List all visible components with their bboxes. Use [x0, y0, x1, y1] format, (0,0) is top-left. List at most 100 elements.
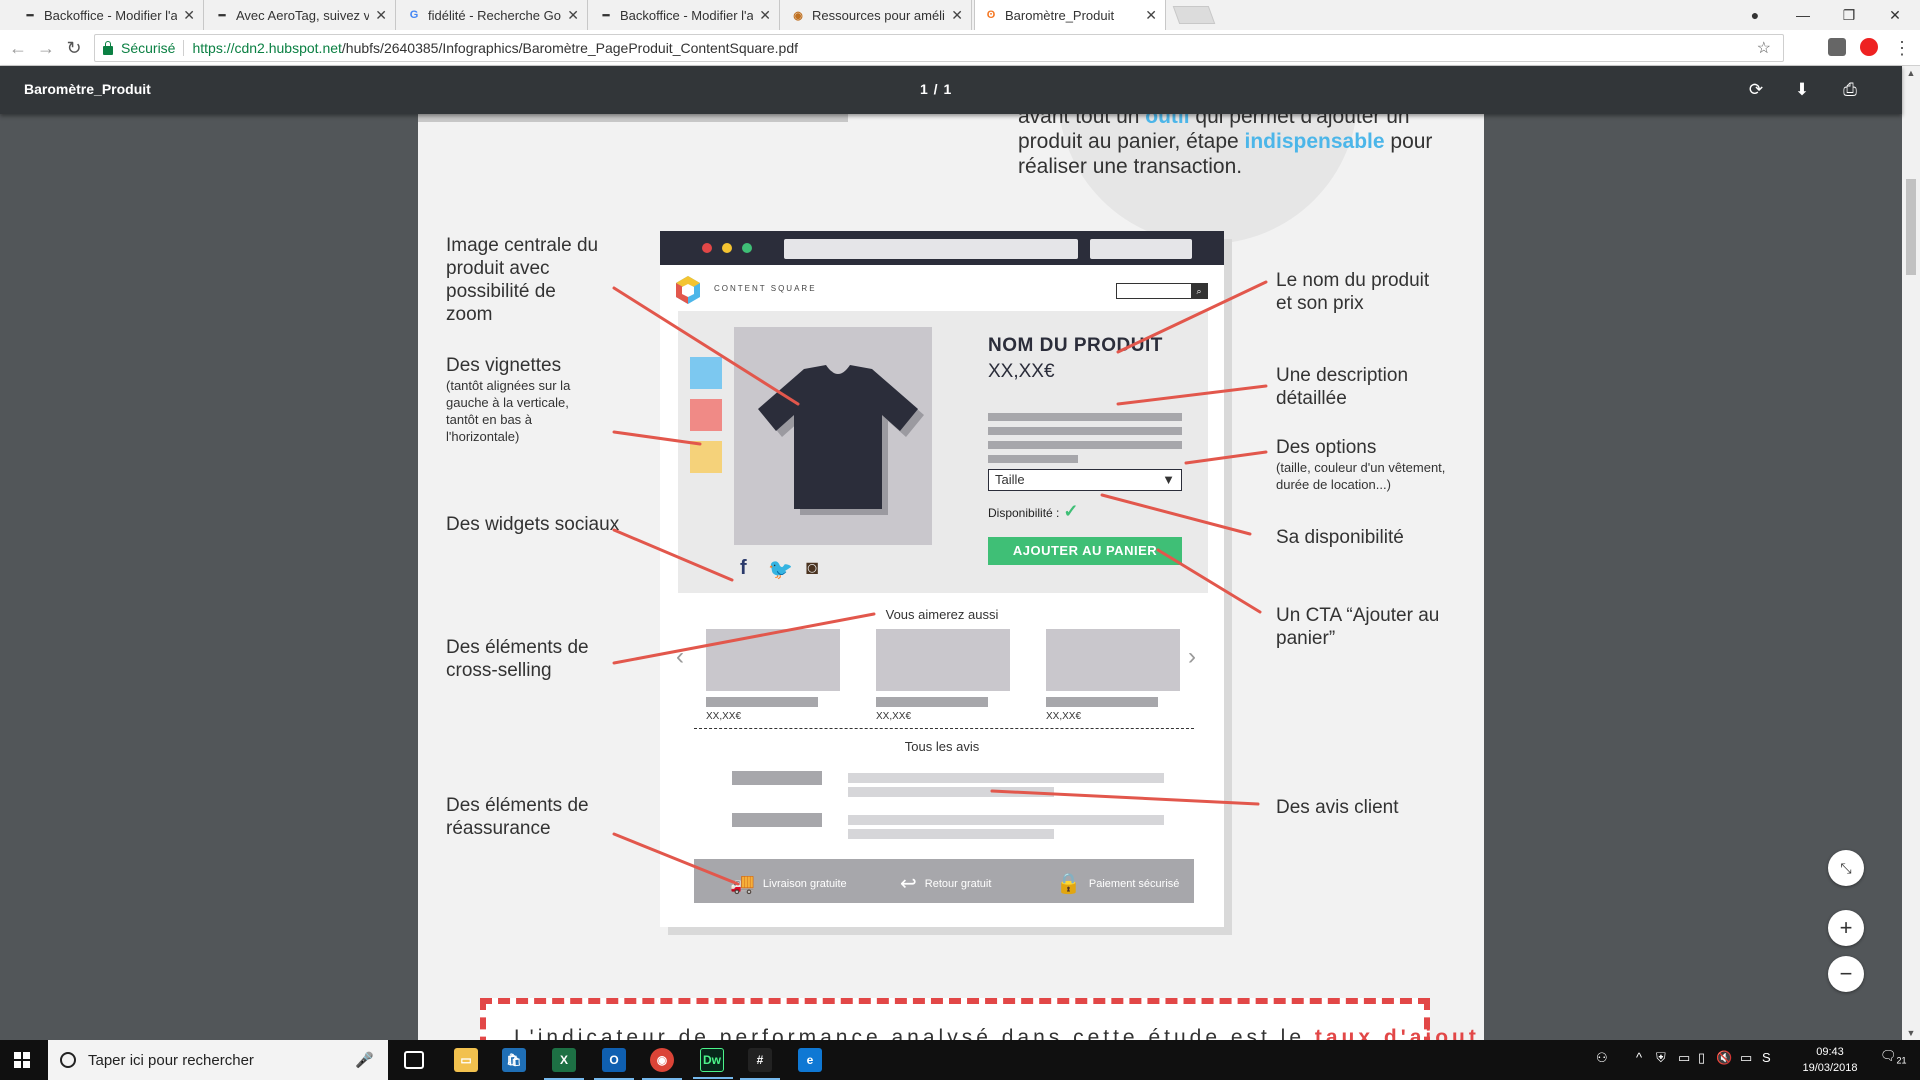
- tray-chevron-icon[interactable]: ^: [1636, 1050, 1642, 1065]
- slack-icon[interactable]: #: [740, 1048, 780, 1080]
- thumbnail-blue: [690, 357, 722, 389]
- dreamweaver-icon[interactable]: Dw: [693, 1048, 733, 1079]
- usb-icon[interactable]: ▯: [1698, 1050, 1705, 1066]
- browser-toolbar: ← → ↻ Sécurisé https://cdn2.hubspot.net …: [0, 30, 1920, 66]
- volume-icon[interactable]: 🔇: [1716, 1050, 1732, 1066]
- annotation-social: Des widgets sociaux: [446, 514, 620, 535]
- pdf-page: avant tout un outil qui permet d'ajouter…: [418, 114, 1484, 1040]
- dash-icon: ━: [26, 9, 34, 22]
- instagram-icon: ◙: [806, 557, 819, 579]
- close-icon[interactable]: ✕: [951, 7, 963, 24]
- window-dot-green: [742, 243, 752, 253]
- close-icon[interactable]: ✕: [759, 7, 771, 24]
- bookmark-star-icon[interactable]: ☆: [1757, 38, 1771, 58]
- size-select: Taille ▼: [988, 469, 1182, 491]
- defender-icon[interactable]: ⛨: [1656, 1050, 1666, 1066]
- zoom-out-button[interactable]: −: [1828, 956, 1864, 992]
- reassurance-label: Livraison gratuite: [762, 877, 847, 890]
- zoom-in-button[interactable]: +: [1828, 910, 1864, 946]
- close-icon[interactable]: ✕: [183, 7, 195, 24]
- close-icon[interactable]: ✕: [375, 7, 387, 24]
- back-button[interactable]: ←: [8, 38, 28, 58]
- menu-kebab-icon[interactable]: ⋮: [1892, 38, 1912, 58]
- reviews-title: Tous les avis: [904, 739, 980, 754]
- close-icon[interactable]: ✕: [1145, 7, 1157, 24]
- print-icon[interactable]: ⎙: [1838, 78, 1862, 102]
- close-icon[interactable]: ✕: [567, 7, 579, 24]
- product-section: NOM DU PRODUIT XX,XX€ Taille ▼ Disponibi…: [678, 311, 1208, 593]
- forward-button[interactable]: →: [36, 38, 56, 58]
- scroll-thumb[interactable]: [1906, 179, 1916, 275]
- thumbnail-red: [690, 399, 722, 431]
- cross-sell-card: [706, 629, 840, 691]
- tab-title: Baromètre_Produit: [1005, 7, 1115, 23]
- tab-backoffice-1[interactable]: ━ Backoffice - Modifier l'ar ✕: [14, 0, 204, 30]
- clock[interactable]: 09:43 19/03/2018: [1800, 1044, 1860, 1076]
- reassurance-label: Retour gratuit: [924, 877, 992, 890]
- reassurance-label: Paiement sécurisé: [1088, 877, 1180, 890]
- store-icon[interactable]: 🛍: [502, 1048, 526, 1072]
- battery-icon[interactable]: ▭: [1678, 1050, 1690, 1066]
- review-line: [848, 815, 1164, 825]
- url-host: https://cdn2.hubspot.net: [192, 40, 342, 56]
- reload-button[interactable]: ↻: [64, 38, 84, 58]
- cross-sell-card: [1046, 629, 1180, 691]
- tab-google[interactable]: G fidélité - Recherche Goo ✕: [398, 0, 588, 30]
- annotation-thumbnails: Des vignettes (tantôt alignées sur la ga…: [446, 354, 596, 445]
- extension-icon[interactable]: [1828, 38, 1846, 56]
- edge-icon[interactable]: e: [798, 1048, 822, 1072]
- availability: Disponibilité : ✓: [988, 501, 1078, 522]
- minimize-button[interactable]: —: [1780, 0, 1826, 30]
- dashed-divider: [694, 728, 1194, 729]
- maximize-button[interactable]: ❐: [1826, 0, 1872, 30]
- profile-icon[interactable]: ●: [1732, 0, 1778, 30]
- tab-aerotag[interactable]: ━ Avec AeroTag, suivez vot ✕: [206, 0, 396, 30]
- tab-ressources[interactable]: ◉ Ressources pour amélion ✕: [782, 0, 972, 30]
- lock-icon: [103, 40, 113, 55]
- search-placeholder: Taper ici pour rechercher: [88, 1051, 254, 1069]
- chrome-icon[interactable]: ◉: [642, 1048, 682, 1080]
- vertical-scrollbar[interactable]: ▲ ▼: [1902, 66, 1920, 1040]
- reassurance-item: 🔒 Paiement sécurisé: [1056, 871, 1179, 896]
- annotation-description: Une description détaillée: [1276, 365, 1409, 409]
- outlook-icon[interactable]: O: [594, 1048, 634, 1080]
- tab-title: fidélité - Recherche Goo: [428, 7, 562, 23]
- cross-sell-title: Vous aimerez aussi: [885, 607, 999, 622]
- chevron-left-icon: ‹: [676, 643, 684, 670]
- scroll-down-arrow[interactable]: ▼: [1906, 1028, 1916, 1038]
- excel-icon[interactable]: X: [544, 1048, 584, 1080]
- rotate-icon[interactable]: ⟳: [1744, 78, 1768, 102]
- tab-barometre[interactable]: ʘ Baromètre_Produit ✕: [974, 0, 1166, 30]
- clock-date: 19/03/2018: [1802, 1062, 1858, 1074]
- annotation-cta: Un CTA “Ajouter au panier”: [1276, 605, 1440, 649]
- review-author: [732, 813, 822, 827]
- chevron-right-icon: ›: [1188, 643, 1196, 670]
- annotation-options: Des options (taille, couleur d'un vêteme…: [1276, 436, 1476, 493]
- address-bar[interactable]: Sécurisé https://cdn2.hubspot.net /hubfs…: [94, 34, 1784, 62]
- file-explorer-icon[interactable]: ▭: [454, 1048, 478, 1072]
- notification-icon[interactable]: 🗨21: [1880, 1048, 1907, 1066]
- product-name: NOM DU PRODUIT: [988, 335, 1163, 356]
- download-icon[interactable]: ⬇: [1790, 78, 1814, 102]
- task-view-icon[interactable]: [404, 1051, 424, 1069]
- people-icon[interactable]: ⚇: [1596, 1050, 1608, 1066]
- taskbar-search[interactable]: Taper ici pour rechercher 🎤: [48, 1040, 388, 1080]
- check-icon: ✓: [1063, 501, 1079, 521]
- page-indicator: 1 / 1: [920, 81, 953, 97]
- windows-start-icon[interactable]: [14, 1052, 30, 1068]
- skype-icon[interactable]: S: [1762, 1050, 1771, 1065]
- new-tab-button[interactable]: [1172, 6, 1216, 24]
- scroll-up-arrow[interactable]: ▲: [1906, 68, 1916, 78]
- network-icon[interactable]: ▭: [1740, 1050, 1752, 1066]
- facebook-icon: f: [740, 557, 747, 579]
- adblock-icon[interactable]: [1860, 38, 1878, 56]
- fit-page-button[interactable]: ⤡: [1828, 850, 1864, 886]
- reassurance-item: ↩ Retour gratuit: [900, 871, 991, 896]
- intro-highlight: outil: [1145, 114, 1190, 128]
- tab-backoffice-2[interactable]: ━ Backoffice - Modifier l'ar ✕: [590, 0, 780, 30]
- tab-title: Backoffice - Modifier l'ar: [44, 7, 178, 23]
- tab-title: Backoffice - Modifier l'ar: [620, 7, 754, 23]
- window-dot-yellow: [722, 243, 732, 253]
- close-window-button[interactable]: ✕: [1872, 0, 1918, 30]
- microphone-icon[interactable]: 🎤: [355, 1051, 374, 1069]
